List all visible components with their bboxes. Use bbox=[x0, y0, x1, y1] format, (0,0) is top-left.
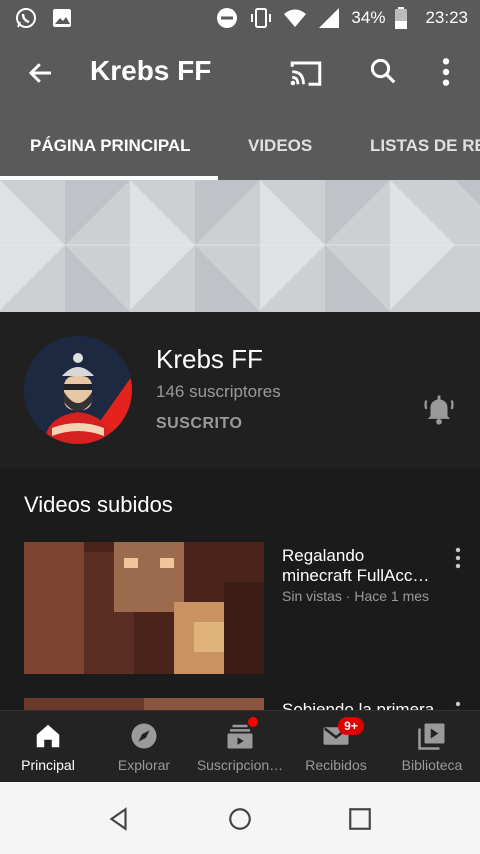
nav-subscriptions[interactable]: Suscripcion… bbox=[192, 711, 288, 783]
video-thumbnail[interactable] bbox=[24, 698, 264, 710]
tab-playlists[interactable]: LISTAS DE RE bbox=[370, 136, 480, 156]
cast-icon[interactable] bbox=[288, 58, 324, 88]
video-title-line: Sobiendo la primera bbox=[282, 700, 435, 710]
whatsapp-icon bbox=[16, 8, 36, 28]
wifi-icon bbox=[284, 9, 307, 27]
compass-icon bbox=[131, 723, 157, 749]
nav-home[interactable]: Principal bbox=[0, 711, 96, 783]
back-arrow-icon[interactable] bbox=[26, 58, 56, 88]
subscriber-count: 146 suscriptores bbox=[156, 382, 281, 401]
video-title-line: minecraft FullAcc… bbox=[282, 566, 430, 585]
signal-icon bbox=[319, 8, 340, 28]
subscribed-button[interactable]: SUSCRITO bbox=[156, 415, 242, 433]
channel-header: Krebs FF 146 suscriptores SUSCRITO bbox=[0, 312, 480, 468]
battery-icon bbox=[395, 7, 408, 29]
video-thumbnail[interactable] bbox=[24, 542, 264, 674]
library-icon bbox=[418, 723, 445, 750]
channel-tabs: PÁGINA PRINCIPAL VIDEOS LISTAS DE RE bbox=[0, 108, 480, 180]
nav-label: Biblioteca bbox=[401, 757, 463, 773]
video-title-line: Regalando bbox=[282, 546, 365, 565]
nav-label: Principal bbox=[21, 757, 75, 773]
nav-explore[interactable]: Explorar bbox=[96, 711, 192, 783]
channel-avatar[interactable] bbox=[24, 336, 132, 444]
clock: 23:23 bbox=[425, 8, 468, 27]
video-more-icon[interactable] bbox=[452, 700, 464, 710]
channel-name: Krebs FF bbox=[156, 344, 263, 374]
new-content-dot bbox=[248, 717, 258, 727]
notification-bell-icon[interactable] bbox=[422, 392, 456, 426]
nav-inbox[interactable]: 9+ Recibidos bbox=[288, 711, 384, 783]
bottom-navigation: Principal Explorar Suscripcion… 9+ Recib… bbox=[0, 710, 480, 782]
system-back-icon[interactable] bbox=[106, 806, 132, 832]
nav-library[interactable]: Biblioteca bbox=[384, 711, 480, 783]
nav-label: Recibidos bbox=[305, 757, 367, 773]
system-recents-icon[interactable] bbox=[347, 806, 373, 832]
video-title[interactable]: Regalando minecraft FullAcc… bbox=[282, 546, 442, 586]
video-more-icon[interactable] bbox=[452, 546, 464, 570]
section-title: Videos subidos bbox=[24, 492, 173, 517]
dnd-icon bbox=[217, 8, 238, 28]
banner-pattern bbox=[0, 180, 480, 312]
tab-videos[interactable]: VIDEOS bbox=[248, 136, 312, 156]
more-vert-icon[interactable] bbox=[436, 56, 456, 88]
status-bar: 34% 23:23 bbox=[0, 0, 480, 36]
nav-label: Suscripcion… bbox=[196, 757, 284, 773]
vibrate-icon bbox=[251, 8, 272, 28]
nav-label: Explorar bbox=[117, 757, 171, 773]
video-meta: Sin vistas · Hace 1 mes bbox=[282, 588, 430, 604]
app-bar: Krebs FF bbox=[0, 36, 480, 108]
image-icon bbox=[53, 9, 71, 27]
channel-title: Krebs FF bbox=[90, 55, 212, 86]
tab-home[interactable]: PÁGINA PRINCIPAL bbox=[30, 136, 191, 156]
search-icon[interactable] bbox=[368, 56, 398, 86]
video-title[interactable]: Sobiendo la primera bbox=[282, 700, 442, 710]
uploads-section: Videos subidos Regalando minecraft FullA… bbox=[0, 468, 480, 710]
notification-badge: 9+ bbox=[338, 717, 364, 735]
battery-percent: 34% bbox=[351, 8, 386, 27]
channel-banner bbox=[0, 180, 480, 312]
system-home-icon[interactable] bbox=[227, 806, 253, 832]
home-icon bbox=[36, 724, 60, 748]
system-navigation-bar bbox=[0, 782, 480, 854]
